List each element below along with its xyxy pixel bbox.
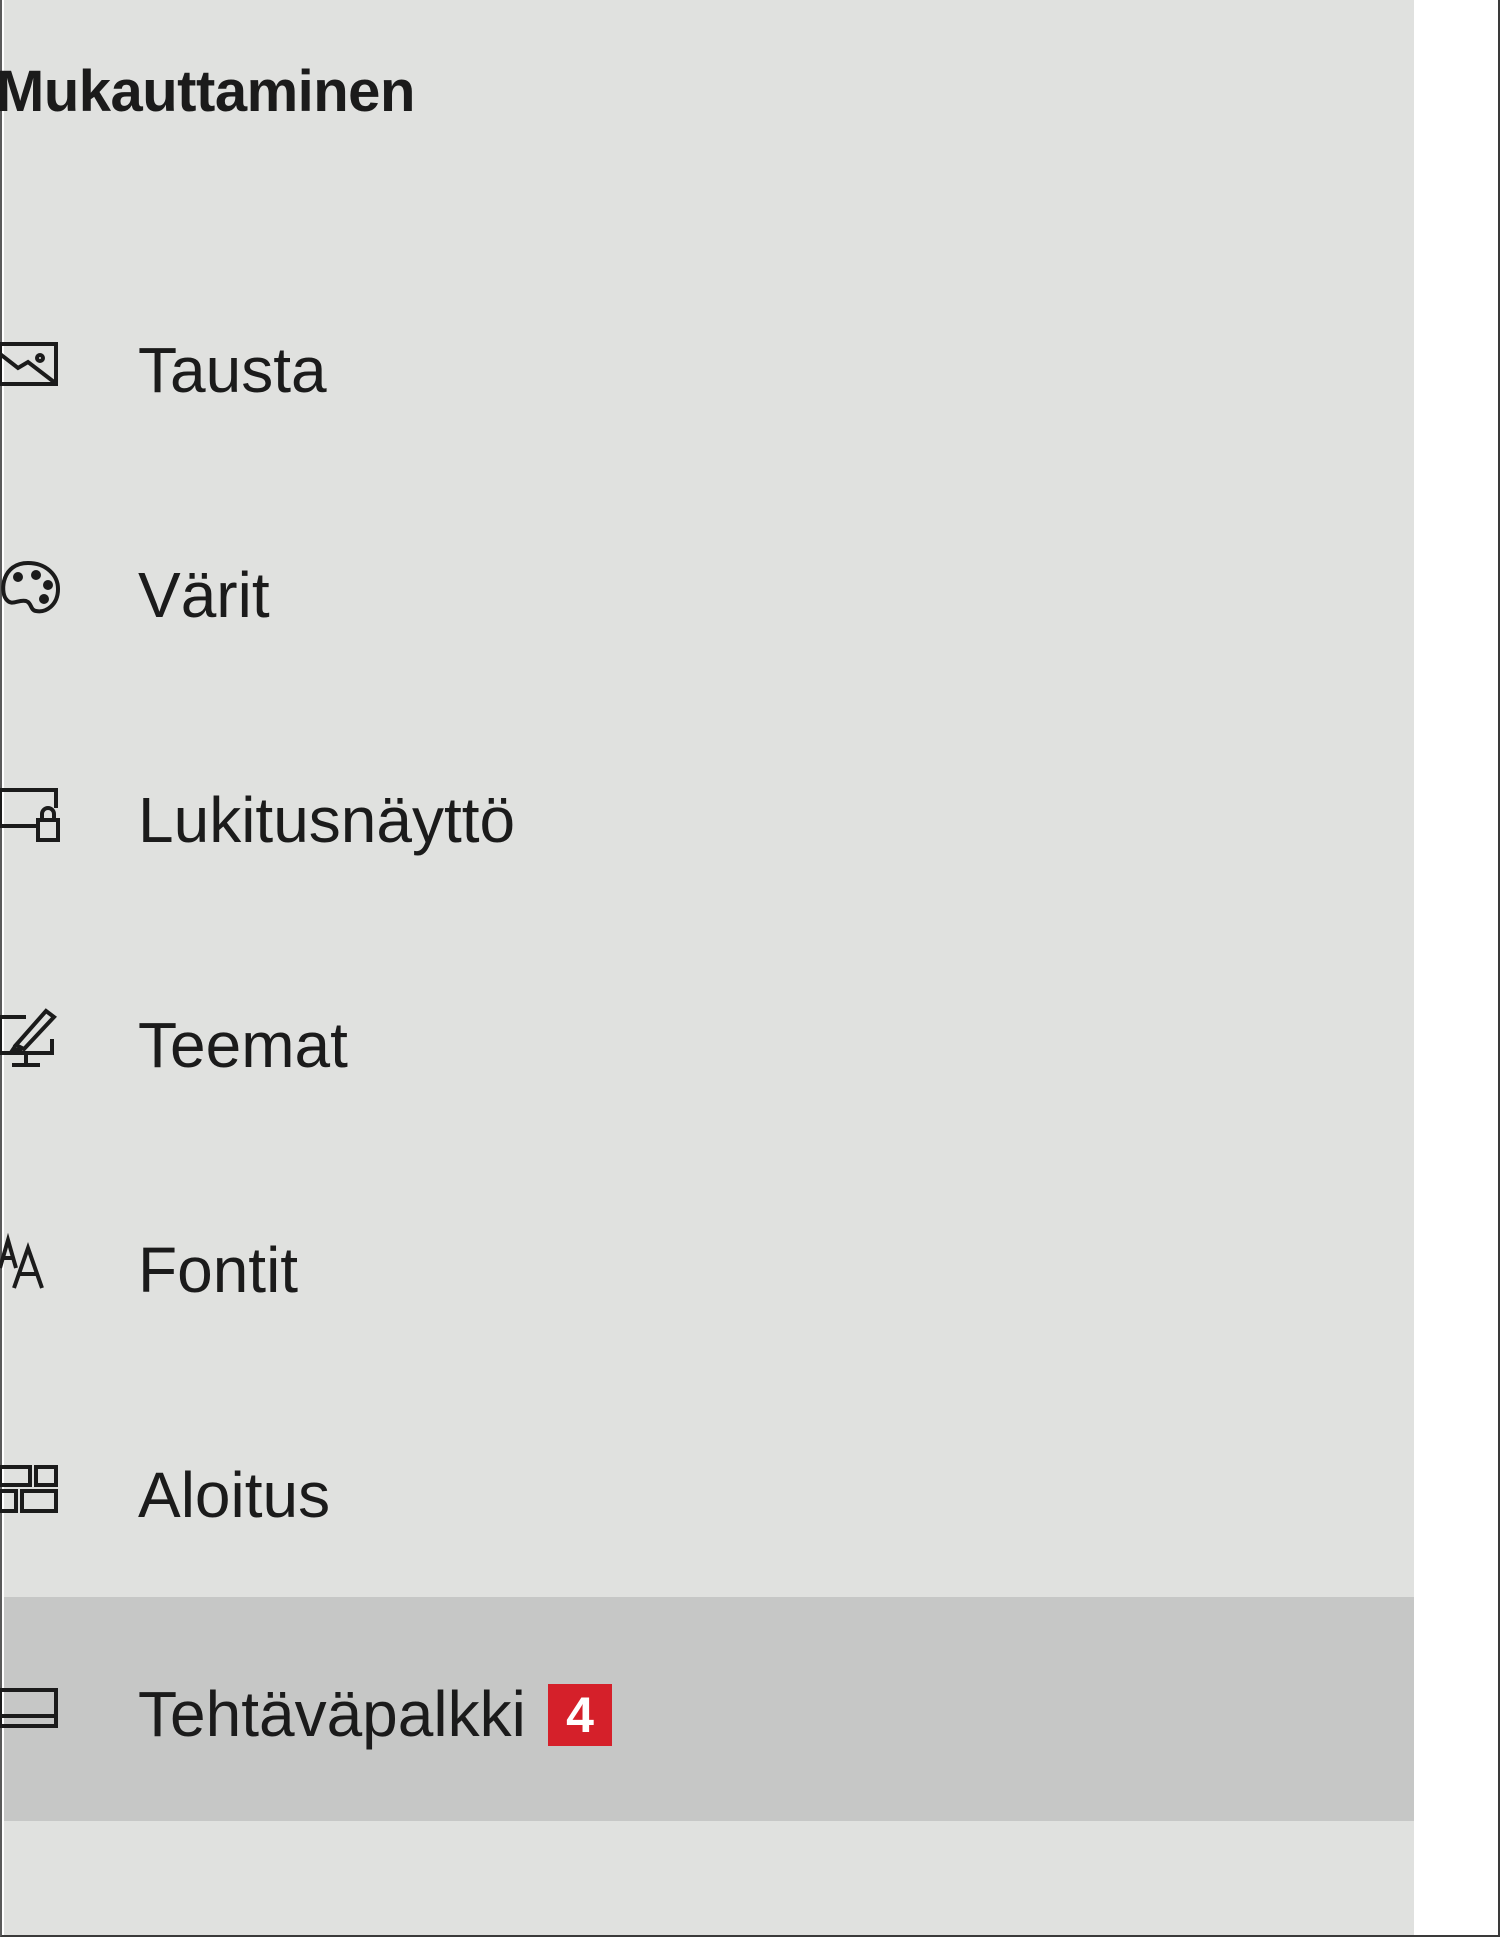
sidebar-item-colors[interactable]: Värit: [1, 478, 1414, 702]
sidebar-item-fonts[interactable]: Fontit: [0, 1153, 1414, 1377]
sidebar-item-background[interactable]: Tausta: [0, 253, 1414, 477]
sidebar-title: Mukauttaminen: [0, 59, 415, 124]
sidebar-item-label: Värit: [138, 559, 270, 631]
lock-screen-icon: [0, 778, 68, 850]
sidebar-item-lock-screen[interactable]: Lukitusnäyttö: [0, 703, 1414, 927]
sidebar-item-label: Lukitusnäyttö: [138, 784, 516, 856]
taskbar-icon: [0, 1672, 68, 1744]
sidebar-item-label: Tausta: [138, 334, 327, 406]
sidebar-item-label: Tehtäväpalkki: [138, 1678, 526, 1750]
sidebar-item-themes[interactable]: Teemat: [0, 928, 1414, 1152]
sidebar-item-start[interactable]: Aloitus: [0, 1378, 1414, 1602]
sidebar-item-label: Fontit: [138, 1234, 299, 1306]
sidebar: Mukauttaminen Tausta Värit Lukitusnäyttö…: [0, 0, 1414, 1935]
background-picture-icon: [0, 328, 68, 400]
sidebar-item-taskbar[interactable]: Tehtäväpalkki 4: [0, 1597, 1414, 1821]
annotation-badge: 4: [548, 1684, 612, 1746]
sidebar-item-label: Teemat: [138, 1009, 348, 1081]
themes-brush-icon: [0, 1003, 68, 1075]
fonts-icon: [0, 1228, 68, 1300]
settings-window: Mukauttaminen Tausta Värit Lukitusnäyttö…: [0, 0, 1500, 1937]
start-tiles-icon: [0, 1453, 68, 1525]
sidebar-item-label: Aloitus: [138, 1459, 331, 1531]
palette-icon: [0, 553, 68, 625]
